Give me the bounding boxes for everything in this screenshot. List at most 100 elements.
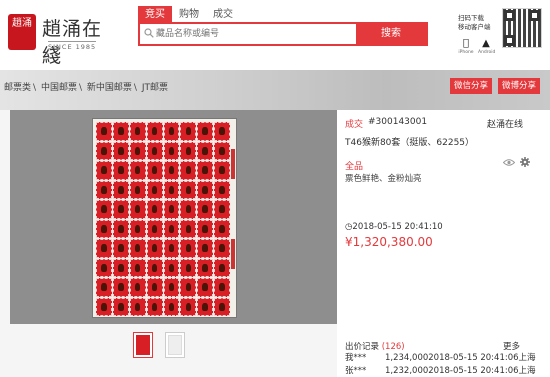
breadcrumb-separator: \ (78, 83, 82, 93)
stamp (129, 219, 146, 238)
stamp (163, 239, 180, 258)
stamp (163, 200, 180, 219)
logo-seal: 趙涌 (8, 14, 36, 50)
search-input[interactable] (156, 24, 356, 44)
android-app-link[interactable]: ▲ Android (478, 38, 496, 55)
stamp (96, 180, 112, 199)
end-time-value: 2018-05-15 20:41:10 (352, 222, 443, 232)
stamp (197, 122, 214, 141)
stamp (96, 122, 112, 141)
qr-finder-tr (529, 10, 540, 21)
stamp (146, 278, 163, 297)
stamp (112, 278, 129, 297)
stamp-grid (96, 122, 230, 316)
stamp (163, 161, 180, 180)
stamp (214, 278, 230, 297)
thumbnail-front[interactable] (133, 332, 153, 358)
stamp (180, 161, 197, 180)
stamp (197, 161, 214, 180)
stamp (146, 219, 163, 238)
thumbnail-front-image (136, 335, 150, 355)
thumbnail-back-image (168, 335, 182, 355)
site-header: 趙涌 趙涌在綫 SINCE 1985 竞买 购物 成交 搜索 扫码下载 移动客户… (0, 0, 550, 70)
item-grade: 全品 (345, 162, 364, 172)
bid-row: 张*** 1,232,0002018-05-15 20:41:06上海 (345, 364, 550, 376)
stamp (96, 239, 112, 258)
item-title: T46猴新80套（挺版、62255） (345, 138, 475, 148)
wechat-share-button[interactable]: 微信分享 (450, 78, 492, 94)
stamp (129, 122, 146, 141)
stamp (163, 122, 180, 141)
stamp (197, 258, 214, 277)
stamp (146, 180, 163, 199)
thumbnail-back[interactable] (165, 332, 185, 358)
stamp (197, 219, 214, 238)
stamp (163, 180, 180, 199)
breadcrumb-item-new-china-stamps[interactable]: 新中国邮票 (87, 83, 132, 93)
stamp (214, 141, 230, 160)
stamp (129, 278, 146, 297)
site-logo[interactable]: 趙涌 趙涌在綫 SINCE 1985 (8, 14, 108, 67)
stamp (112, 141, 129, 160)
final-price: ¥1,320,380.00 (345, 235, 433, 249)
stamp (214, 161, 230, 180)
stamp (96, 297, 112, 316)
stamp (146, 258, 163, 277)
stamp (180, 258, 197, 277)
bid-detail: 1,234,0002018-05-15 20:41:06上海 (385, 353, 536, 363)
stamp (96, 258, 112, 277)
sheet-margin-strip (230, 149, 236, 279)
breadcrumb-item-jt-stamps[interactable]: JT邮票 (142, 83, 168, 93)
stamp (129, 239, 146, 258)
stamp (180, 180, 197, 199)
eye-icon[interactable] (503, 158, 515, 167)
stamp (214, 200, 230, 219)
qr-finder-bl (504, 35, 515, 46)
stamp (112, 297, 129, 316)
end-time: ◷2018-05-15 20:41:10 (345, 222, 443, 232)
stamp (180, 122, 197, 141)
stamp-sheet-image (92, 118, 237, 318)
weibo-share-button[interactable]: 微博分享 (498, 78, 540, 94)
android-label: Android (478, 50, 496, 55)
stamp (197, 200, 214, 219)
qr-code (502, 8, 542, 48)
stamp (129, 180, 146, 199)
stamp (146, 297, 163, 316)
stamp (180, 278, 197, 297)
stamp (96, 141, 112, 160)
stamp (180, 239, 197, 258)
stamp (112, 161, 129, 180)
qr-finder-tl (504, 10, 515, 21)
stamp (112, 200, 129, 219)
gear-icon[interactable] (520, 157, 530, 167)
stamp (180, 200, 197, 219)
stamp (96, 219, 112, 238)
item-description: 票色鲜艳、金粉灿亮 (345, 174, 422, 184)
search-button[interactable]: 搜索 (356, 24, 426, 44)
stamp (197, 239, 214, 258)
stamp (146, 239, 163, 258)
stamp (112, 239, 129, 258)
stamp (129, 161, 146, 180)
seller-name[interactable]: 赵涌在线 (487, 117, 523, 130)
breadcrumb-item-stamps[interactable]: 邮票类 (4, 83, 31, 93)
breadcrumb-item-china-stamps[interactable]: 中国邮票 (41, 83, 77, 93)
status-badge: 成交 (345, 120, 364, 130)
iphone-label: iPhone (458, 50, 474, 55)
stamp (112, 122, 129, 141)
stamp (197, 278, 214, 297)
stamp (146, 161, 163, 180)
search-bar: 搜索 (138, 22, 428, 46)
stamp (163, 219, 180, 238)
stamp (96, 161, 112, 180)
stamp (146, 200, 163, 219)
stamp (112, 180, 129, 199)
iphone-app-link[interactable]:  iPhone (458, 38, 474, 55)
stamp (129, 141, 146, 160)
margin-mark (231, 239, 235, 269)
stamp (112, 219, 129, 238)
qr-promo: 扫码下载 移动客户端 (458, 14, 491, 32)
margin-mark (231, 149, 235, 179)
stamp (180, 297, 197, 316)
